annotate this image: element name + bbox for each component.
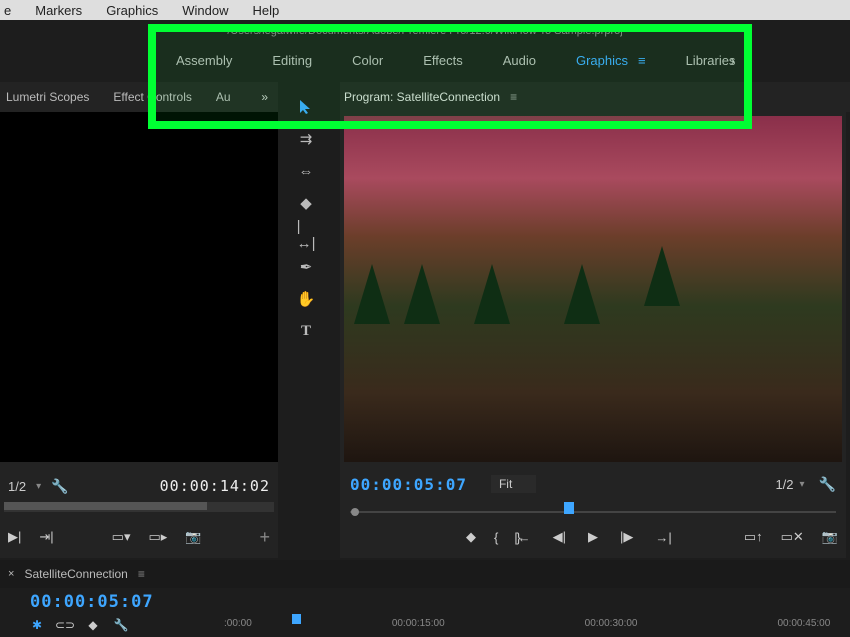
- timeline-panel-menu-icon[interactable]: ≡: [138, 567, 145, 581]
- workspace-color[interactable]: Color: [352, 53, 383, 68]
- document-path: /Users/legalwife/Documents/Adobe/Premier…: [0, 25, 850, 37]
- video-content: [404, 264, 440, 324]
- export-frame-button[interactable]: 📷: [822, 529, 838, 545]
- overwrite-button[interactable]: ▭▸: [148, 529, 167, 545]
- extract-button[interactable]: ▭✕: [781, 529, 804, 545]
- track-select-tool-icon[interactable]: ⇉: [297, 130, 315, 148]
- ruler-tick: 00:00:15:00: [392, 618, 445, 636]
- timeline-settings-icon[interactable]: 🔧: [114, 618, 128, 632]
- video-content: [474, 264, 510, 324]
- program-title: Program: SatelliteConnection: [344, 90, 500, 104]
- scrub-start-knob[interactable]: [351, 508, 359, 516]
- workspace-assembly[interactable]: Assembly: [176, 53, 232, 68]
- timeline-playhead[interactable]: [292, 614, 301, 624]
- selection-tool-icon[interactable]: [297, 98, 315, 116]
- razor-tool-icon[interactable]: ◆: [297, 194, 315, 212]
- source-video-area[interactable]: [0, 112, 278, 462]
- play-toggle-button[interactable]: ▶: [588, 529, 598, 545]
- tab-effect-controls[interactable]: Effect Controls: [113, 90, 191, 104]
- ripple-edit-tool-icon[interactable]: ⇔: [297, 162, 315, 180]
- tab-audio-partial[interactable]: Au: [216, 90, 231, 104]
- mark-in-button[interactable]: {: [494, 529, 498, 545]
- source-scrubber[interactable]: [4, 502, 274, 512]
- program-timecode[interactable]: 00:00:05:07: [350, 475, 467, 494]
- play-button[interactable]: ▶|: [8, 529, 21, 545]
- pen-tool-icon[interactable]: ✒: [297, 258, 315, 276]
- program-transport-buttons: ◆ { } |← ◀| ▶ |▶ →| ▭↑ ▭✕ 📷: [340, 522, 846, 552]
- lift-button[interactable]: ▭↑: [744, 529, 763, 545]
- source-transport-buttons: ▶| ⇥| ▭▾ ▭▸ 📷 +: [0, 522, 278, 552]
- add-button[interactable]: +: [260, 527, 271, 548]
- program-video-area[interactable]: [344, 116, 842, 462]
- tool-palette: ⇉ ⇔ ◆ |↔| ✒ ✋ T: [288, 88, 324, 560]
- program-zoom-fit-select[interactable]: Fit: [491, 475, 536, 493]
- source-panel-tabs: Lumetri Scopes Effect Controls Au »: [0, 82, 278, 112]
- type-tool-icon[interactable]: T: [297, 322, 315, 340]
- slip-tool-icon[interactable]: |↔|: [297, 226, 315, 244]
- timeline-panel-header: × SatelliteConnection ≡: [0, 560, 850, 588]
- hand-tool-icon[interactable]: ✋: [297, 290, 315, 308]
- go-to-out-button[interactable]: →|: [655, 530, 671, 545]
- ruler-tick: :00:00: [224, 618, 252, 636]
- timeline-toggle-buttons: ✱ ⊂⊃ ◆ 🔧: [30, 618, 128, 632]
- insert-button[interactable]: ▭▾: [112, 529, 131, 545]
- step-forward-button[interactable]: |▶: [620, 529, 633, 545]
- add-marker-icon[interactable]: ◆: [86, 618, 100, 632]
- source-settings-icon[interactable]: 🔧: [51, 478, 68, 495]
- ruler-tick: 00:00:30:00: [585, 618, 638, 636]
- add-marker-button[interactable]: ◆: [466, 529, 476, 545]
- program-panel-header: Program: SatelliteConnection ≡: [340, 82, 850, 112]
- step-back-button[interactable]: ◀|: [553, 529, 566, 545]
- panel-overflow-icon[interactable]: »: [261, 90, 268, 104]
- workspace-overflow-icon[interactable]: ›: [731, 53, 735, 68]
- menu-item[interactable]: e: [4, 3, 11, 18]
- workspace-menu-icon[interactable]: ≡: [638, 53, 646, 68]
- workspace-audio[interactable]: Audio: [503, 53, 536, 68]
- video-content: [354, 264, 390, 324]
- linked-selection-icon[interactable]: ⊂⊃: [58, 618, 72, 632]
- program-playhead[interactable]: [564, 502, 574, 514]
- program-controls-row: 00:00:05:07 Fit ▾ 1/2 ▾ 🔧: [340, 472, 846, 496]
- source-scrub-range: [4, 502, 207, 510]
- mark-clip-button[interactable]: ⇥|: [39, 529, 53, 545]
- source-monitor-panel: 1/2 ▾ 🔧 00:00:14:02 ▶| ⇥| ▭▾ ▭▸ 📷 +: [0, 112, 278, 558]
- ruler-tick: 00:00:45:00: [777, 618, 830, 636]
- menu-markers[interactable]: Markers: [35, 3, 82, 18]
- timeline-timecode[interactable]: 00:00:05:07: [30, 592, 154, 612]
- workspace-libraries[interactable]: Libraries: [686, 53, 736, 68]
- program-settings-icon[interactable]: 🔧: [819, 476, 836, 493]
- program-scrubber[interactable]: [350, 502, 836, 516]
- program-panel-menu-icon[interactable]: ≡: [510, 90, 517, 104]
- workspace-graphics[interactable]: Graphics: [576, 53, 628, 68]
- workspace-editing[interactable]: Editing: [272, 53, 312, 68]
- source-controls-row: 1/2 ▾ 🔧 00:00:14:02: [0, 474, 278, 498]
- workspace-tabs: Assembly Editing Color Effects Audio Gra…: [0, 40, 850, 80]
- dropdown-caret-icon: ▾: [800, 479, 805, 490]
- program-monitor-panel: 00:00:05:07 Fit ▾ 1/2 ▾ 🔧 ◆ { } |← ◀| ▶ …: [340, 112, 846, 558]
- tab-lumetri-scopes[interactable]: Lumetri Scopes: [6, 90, 89, 104]
- app-menubar: e Markers Graphics Window Help: [0, 0, 850, 20]
- close-sequence-icon[interactable]: ×: [8, 568, 14, 580]
- snap-toggle-icon[interactable]: ✱: [30, 618, 44, 632]
- mark-out-button[interactable]: }: [516, 529, 520, 545]
- video-content: [644, 246, 680, 306]
- export-frame-button[interactable]: 📷: [185, 529, 201, 545]
- source-zoom-select[interactable]: 1/2: [8, 479, 26, 494]
- dropdown-caret-icon[interactable]: ▾: [36, 481, 41, 492]
- sequence-tab-name[interactable]: SatelliteConnection: [24, 567, 127, 581]
- source-timecode[interactable]: 00:00:14:02: [160, 477, 270, 495]
- menu-graphics[interactable]: Graphics: [106, 3, 158, 18]
- workspace-effects[interactable]: Effects: [423, 53, 463, 68]
- program-resolution-select[interactable]: 1/2: [775, 477, 793, 492]
- menu-help[interactable]: Help: [252, 3, 279, 18]
- video-content: [564, 264, 600, 324]
- scrub-track: [350, 511, 836, 513]
- timeline-ruler[interactable]: :00:00 00:00:15:00 00:00:30:00 00:00:45:…: [224, 618, 844, 636]
- menu-window[interactable]: Window: [182, 3, 228, 18]
